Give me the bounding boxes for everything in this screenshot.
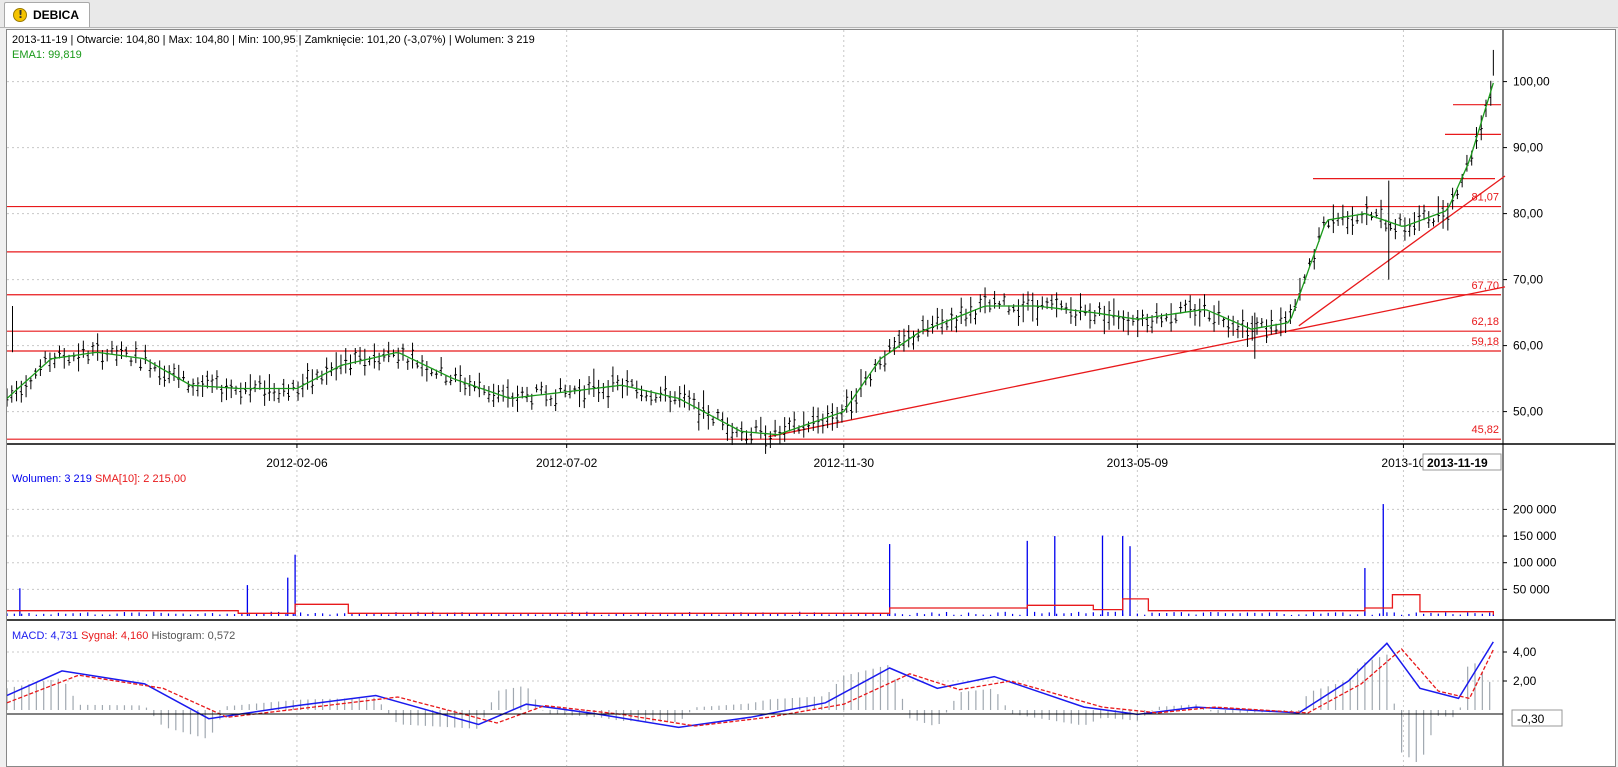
ema-line	[7, 82, 1494, 436]
price-tick-label: 60,00	[1513, 339, 1543, 353]
tab-bar: DEBICA	[0, 0, 1618, 28]
level-label: 67,70	[1471, 280, 1499, 292]
tab-debica[interactable]: DEBICA	[4, 2, 90, 27]
sma-line	[7, 594, 1494, 615]
macd-tick-label: 4,00	[1513, 645, 1537, 659]
chart-svg[interactable]: 81,0767,7062,1859,1845,82 100,0090,0080,…	[7, 30, 1615, 766]
x-tick-label: 2013-10	[1381, 456, 1425, 470]
trendline-short	[1298, 175, 1506, 327]
x-tick-label: 2012-11-30	[814, 456, 875, 470]
level-label: 62,18	[1471, 316, 1499, 328]
volume-tick-label: 100 000	[1513, 556, 1557, 570]
volume-tick-label: 150 000	[1513, 529, 1557, 543]
macd-line	[7, 641, 1494, 729]
price-tick-label: 70,00	[1513, 273, 1543, 287]
price-tick-label: 90,00	[1513, 141, 1543, 155]
macd-legend: MACD: 4,731 Sygnał: 4,160 Histogram: 0,5…	[12, 630, 235, 642]
chart-area[interactable]: 81,07 67,70 62,18 59,18 45,82 100,00 90,00 80,…	[6, 29, 1616, 767]
cursor-date: 2013-11-19	[1427, 456, 1488, 470]
volume-tick-label: 200 000	[1513, 502, 1557, 516]
price-tick-label: 100,00	[1513, 75, 1550, 89]
volume-tick-label: 50 000	[1513, 582, 1550, 596]
price-tick-label: 50,00	[1513, 405, 1543, 419]
level-label: 45,82	[1471, 424, 1499, 436]
macd-cursor-value: -0,30	[1517, 712, 1545, 726]
warning-icon	[13, 8, 27, 22]
price-tick-label: 80,00	[1513, 207, 1543, 221]
volume-panel[interactable]	[7, 504, 1494, 616]
x-tick-label: 2012-07-02	[536, 456, 598, 470]
volume-legend: Wolumen: 3 219 SMA[10]: 2 215,00	[12, 473, 186, 485]
macd-panel[interactable]	[7, 654, 1491, 763]
x-tick-label: 2013-05-09	[1107, 456, 1169, 470]
ema-legend: EMA1: 99,819	[12, 49, 82, 61]
level-label: 59,18	[1471, 336, 1499, 348]
price-panel[interactable]: 81,0767,7062,1859,1845,82	[7, 49, 1506, 454]
info-line: 2013-11-19 | Otwarcie: 104,80 | Max: 104…	[12, 34, 535, 46]
x-tick-label: 2012-02-06	[266, 456, 328, 470]
tab-label: DEBICA	[33, 8, 80, 22]
macd-tick-label: 2,00	[1513, 674, 1537, 688]
